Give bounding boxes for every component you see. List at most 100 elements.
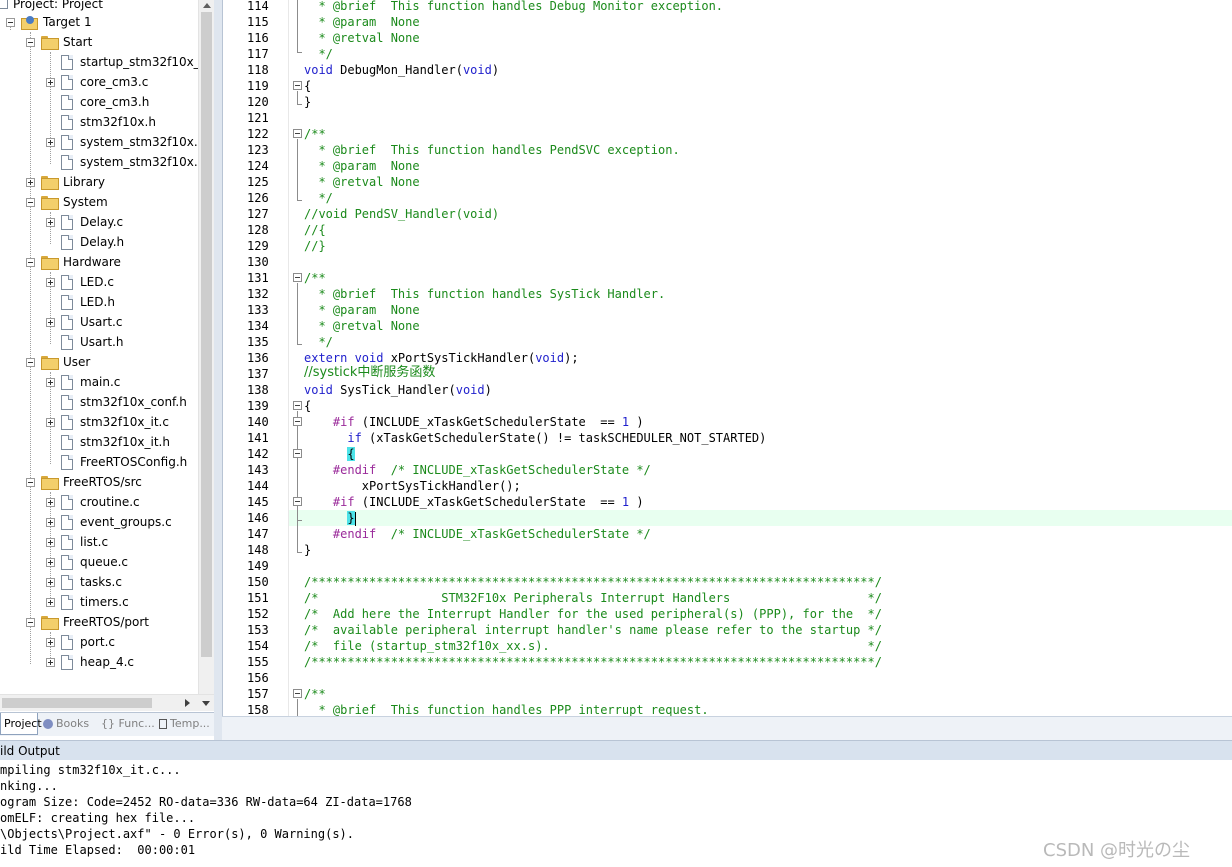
fold-toggle-icon[interactable] (293, 689, 302, 698)
tree-file[interactable]: event_groups.c (46, 512, 172, 532)
tree-file[interactable]: queue.c (46, 552, 128, 572)
tab-templates[interactable]: Temp... (156, 713, 214, 735)
tree-file[interactable]: LED.c (46, 272, 114, 292)
tree-file[interactable]: core_cm3.h (46, 92, 149, 112)
code-line: } (304, 510, 356, 526)
tree-group-freertos-src[interactable]: FreeRTOS/src (26, 472, 142, 492)
expand-icon[interactable] (46, 417, 55, 427)
code-text: ) (629, 495, 644, 509)
tree-file[interactable]: startup_stm32f10x_hd (46, 52, 198, 72)
tab-functions[interactable]: {} Func... (98, 713, 155, 735)
line-number: 120 (247, 95, 269, 109)
panel-splitter[interactable] (214, 0, 222, 740)
tree-file[interactable]: list.c (46, 532, 108, 552)
collapse-icon[interactable] (6, 17, 15, 27)
expand-icon[interactable] (46, 217, 55, 227)
expand-icon[interactable] (46, 597, 55, 607)
tab-project[interactable]: Project (0, 713, 42, 735)
expand-icon[interactable] (46, 497, 55, 507)
scroll-thumb[interactable] (201, 12, 212, 657)
collapse-icon[interactable] (26, 617, 35, 627)
keyword: void (462, 63, 492, 77)
line-number: 124 (247, 159, 269, 173)
tree-group-freertos-port[interactable]: FreeRTOS/port (26, 612, 149, 632)
tree-file[interactable]: timers.c (46, 592, 129, 612)
tree-group-start[interactable]: Start (26, 32, 92, 52)
tree-item-label: LED.h (80, 295, 115, 309)
collapse-icon[interactable] (26, 197, 35, 207)
tree-item-label: list.c (80, 535, 109, 549)
scroll-up-arrow-icon[interactable] (199, 0, 215, 12)
fold-toggle-icon[interactable] (293, 129, 302, 138)
tree-group-library[interactable]: Library (26, 172, 105, 192)
fold-toggle-icon[interactable] (293, 497, 302, 506)
tree-file[interactable]: Usart.h (46, 332, 123, 352)
fold-toggle-icon[interactable] (293, 81, 302, 90)
code-line: #endif /* INCLUDE_xTaskGetSchedulerState… (304, 526, 651, 542)
collapse-icon[interactable] (26, 257, 35, 267)
tree-file[interactable]: stm32f10x_it.h (46, 432, 170, 452)
tree-file[interactable]: stm32f10x.h (46, 112, 156, 132)
tree-group-user[interactable]: User (26, 352, 90, 372)
scroll-down-arrow-icon[interactable] (198, 695, 214, 712)
tree-item-label: port.c (80, 635, 116, 649)
tree-file[interactable]: port.c (46, 632, 115, 652)
tree-vertical-scrollbar[interactable] (198, 0, 214, 694)
fold-toggle-icon[interactable] (293, 449, 302, 458)
tree-item-target[interactable]: Target 1 (6, 12, 92, 32)
panel-tabs: Project Books {} Func... Temp... (0, 712, 214, 736)
tree-file[interactable]: stm32f10x_conf.h (46, 392, 187, 412)
preprocessor: #endif (304, 527, 377, 541)
line-number: 141 (247, 431, 269, 445)
code-line: * @retval None (304, 31, 420, 45)
scroll-thumb[interactable] (2, 698, 152, 708)
tree-file[interactable]: Delay.h (46, 232, 124, 252)
code-editor[interactable]: 114 115 116 117 118 119 120 121 122 123 … (222, 0, 1232, 716)
fold-end-mark (297, 200, 302, 201)
collapse-icon[interactable] (26, 477, 35, 487)
tree-file[interactable]: system_stm32f10x.c (46, 132, 198, 152)
fold-toggle-icon[interactable] (293, 401, 302, 410)
fold-toggle-icon[interactable] (293, 273, 302, 282)
scroll-right-arrow-icon[interactable] (180, 695, 196, 712)
file-icon (61, 114, 73, 130)
tree-file[interactable]: tasks.c (46, 572, 122, 592)
expand-icon[interactable] (46, 557, 55, 567)
file-icon (61, 634, 73, 650)
tree-file[interactable]: main.c (46, 372, 120, 392)
tree-file[interactable]: Usart.c (46, 312, 122, 332)
code-line: xPortSysTickHandler(); (304, 479, 521, 493)
line-number: 128 (247, 223, 269, 237)
expand-icon[interactable] (46, 537, 55, 547)
tree-file[interactable]: stm32f10x_it.c (46, 412, 169, 432)
tree-file[interactable]: croutine.c (46, 492, 140, 512)
tree-horizontal-scrollbar[interactable] (0, 694, 214, 711)
output-line: ogram Size: Code=2452 RO-data=336 RW-dat… (0, 795, 412, 809)
expand-icon[interactable] (46, 277, 55, 287)
expand-icon[interactable] (46, 377, 55, 387)
tree-file[interactable]: Delay.c (46, 212, 123, 232)
tree-file[interactable]: heap_4.c (46, 652, 134, 672)
line-number: 154 (247, 639, 269, 653)
expand-icon[interactable] (46, 77, 55, 87)
expand-icon[interactable] (46, 637, 55, 647)
expand-icon[interactable] (26, 177, 35, 187)
tree-group-hardware[interactable]: Hardware (26, 252, 121, 272)
line-number: 122 (247, 127, 269, 141)
expand-icon[interactable] (46, 137, 55, 147)
fold-guide (297, 699, 298, 716)
tree-file[interactable]: LED.h (46, 292, 115, 312)
tree-file[interactable]: system_stm32f10x.h (46, 152, 198, 172)
tree-group-system[interactable]: System (26, 192, 108, 212)
collapse-icon[interactable] (26, 357, 35, 367)
tree-file[interactable]: FreeRTOSConfig.h (46, 452, 187, 472)
fold-toggle-icon[interactable] (293, 417, 302, 426)
line-number: 135 (247, 335, 269, 349)
tab-books[interactable]: Books (40, 713, 96, 735)
expand-icon[interactable] (46, 577, 55, 587)
collapse-icon[interactable] (26, 37, 35, 47)
expand-icon[interactable] (46, 657, 55, 667)
expand-icon[interactable] (46, 517, 55, 527)
expand-icon[interactable] (46, 317, 55, 327)
tree-file[interactable]: core_cm3.c (46, 72, 148, 92)
